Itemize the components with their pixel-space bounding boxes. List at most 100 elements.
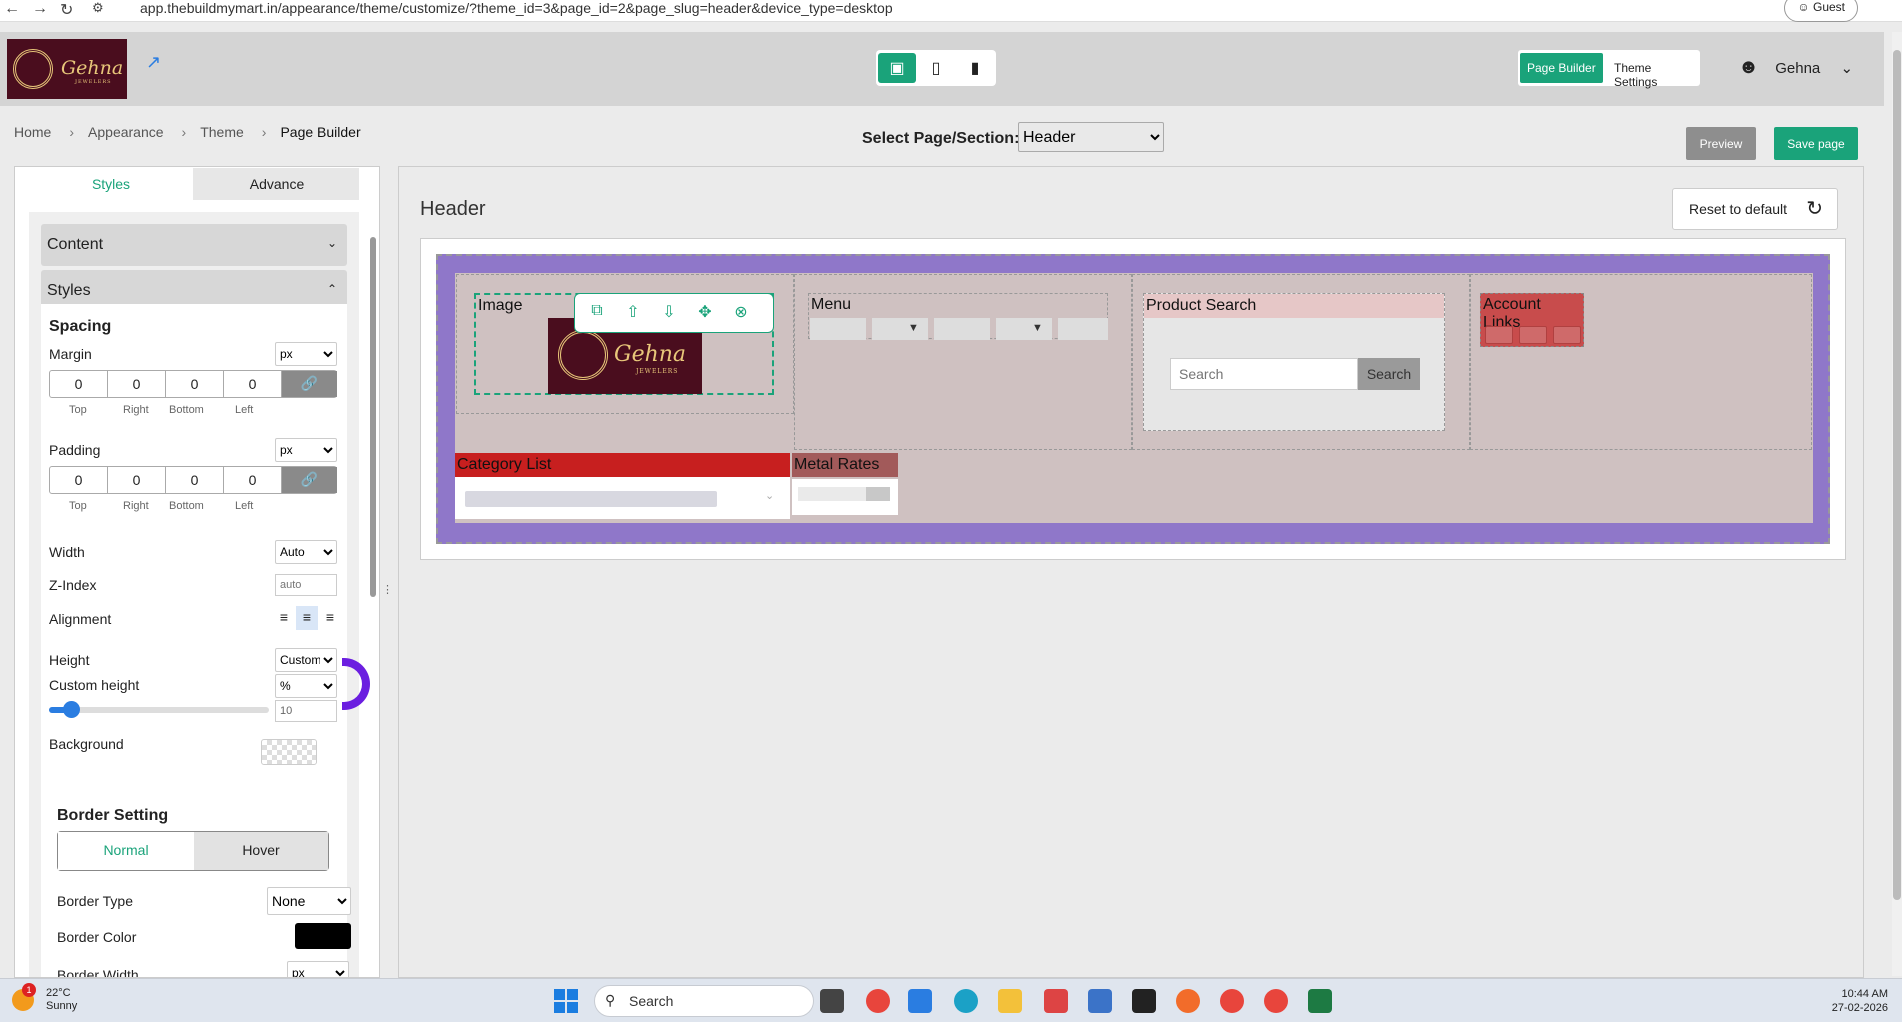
account-link-icon[interactable] bbox=[1519, 326, 1547, 344]
align-right-icon[interactable]: ≡ bbox=[319, 606, 341, 630]
custom-height-unit-select[interactable]: % bbox=[275, 674, 337, 698]
brand-logo[interactable]: Gehna JEWELERS bbox=[7, 39, 127, 99]
menu-item[interactable]: ▼ bbox=[872, 318, 928, 340]
terminal-icon[interactable] bbox=[1132, 989, 1156, 1013]
border-type-select[interactable]: None bbox=[267, 887, 351, 915]
reload-icon[interactable]: ↻ bbox=[60, 0, 73, 20]
tab-advance[interactable]: Advance bbox=[195, 168, 359, 200]
weather-desc: Sunny bbox=[46, 1000, 78, 1012]
back-icon[interactable]: ← bbox=[4, 0, 20, 18]
product-search-label: Product Search bbox=[1146, 297, 1257, 314]
task-view-icon[interactable] bbox=[820, 989, 844, 1013]
menu-item[interactable] bbox=[810, 318, 866, 340]
profile-icon: ☺ bbox=[1797, 0, 1810, 14]
category-list-select[interactable]: ⌄ bbox=[455, 477, 790, 519]
menu-item[interactable] bbox=[934, 318, 990, 340]
desktop-device-icon[interactable]: ▣ bbox=[878, 53, 916, 83]
duplicate-icon[interactable]: ⧉ bbox=[585, 302, 609, 326]
excel-icon[interactable] bbox=[1308, 989, 1332, 1013]
tablet-device-icon[interactable]: ▯ bbox=[917, 53, 955, 83]
move-up-icon[interactable]: ⇧ bbox=[621, 302, 645, 326]
mobile-device-icon[interactable]: ▮ bbox=[956, 53, 994, 83]
border-width-unit-select[interactable]: px bbox=[287, 961, 349, 977]
page-scrollbar[interactable] bbox=[1892, 32, 1902, 976]
page-scrollbar-thumb[interactable] bbox=[1893, 50, 1901, 900]
tab-hover[interactable]: Hover bbox=[194, 832, 328, 870]
link-icon[interactable]: 🔗 bbox=[282, 467, 337, 493]
align-left-icon[interactable]: ≡ bbox=[273, 606, 295, 630]
page-section-select[interactable]: Header bbox=[1018, 122, 1164, 152]
delete-icon[interactable]: ⊗ bbox=[729, 302, 753, 326]
margin-left-input[interactable]: 0 bbox=[224, 371, 282, 397]
preview-button[interactable]: Preview bbox=[1686, 127, 1756, 160]
edge-icon[interactable] bbox=[954, 989, 978, 1013]
tab-styles[interactable]: Styles bbox=[29, 168, 193, 200]
canvas-logo-subtext: JEWELERS bbox=[636, 368, 679, 375]
weather-temp: 22°C bbox=[46, 987, 71, 999]
user-menu[interactable]: ☻ Gehna ⌄ bbox=[1738, 56, 1853, 79]
height-select[interactable]: Custom bbox=[275, 648, 337, 672]
panel-resize-handle-icon[interactable]: ⋮ bbox=[382, 583, 393, 596]
file-explorer-icon[interactable] bbox=[998, 989, 1022, 1013]
external-link-icon[interactable]: ↗ bbox=[146, 52, 161, 73]
notepad-icon[interactable] bbox=[1088, 989, 1112, 1013]
product-search-button[interactable]: Search bbox=[1358, 358, 1420, 390]
sidebar-scrollbar[interactable] bbox=[370, 237, 376, 597]
margin-top-label: Top bbox=[69, 404, 87, 416]
width-select[interactable]: Auto bbox=[275, 540, 337, 564]
move-down-icon[interactable]: ⇩ bbox=[657, 302, 681, 326]
padding-unit-select[interactable]: px bbox=[275, 438, 337, 462]
padding-bottom-input[interactable]: 0 bbox=[166, 467, 224, 493]
metal-rates-header[interactable]: Metal Rates bbox=[792, 453, 898, 477]
padding-left-input[interactable]: 0 bbox=[224, 467, 282, 493]
breadcrumb-home[interactable]: Home bbox=[14, 124, 51, 140]
account-link-icon[interactable] bbox=[1485, 326, 1513, 344]
menu-item[interactable]: ▼ bbox=[996, 318, 1052, 340]
postman-icon[interactable] bbox=[1176, 989, 1200, 1013]
breadcrumb-theme[interactable]: Theme bbox=[200, 124, 244, 140]
windows-start-icon[interactable] bbox=[554, 989, 578, 1013]
tab-theme-settings[interactable]: Theme Settings bbox=[1608, 53, 1700, 89]
account-links-block[interactable]: Account Links bbox=[1480, 293, 1584, 347]
chrome-profile-icon[interactable] bbox=[1220, 989, 1244, 1013]
metal-rates-button[interactable] bbox=[866, 487, 890, 501]
background-color-swatch[interactable] bbox=[261, 739, 317, 765]
margin-bottom-input[interactable]: 0 bbox=[166, 371, 224, 397]
custom-height-slider[interactable] bbox=[49, 701, 269, 718]
system-clock[interactable]: 10:44 AM 27-02-2026 bbox=[1818, 987, 1888, 1015]
link-icon[interactable]: 🔗 bbox=[282, 371, 337, 397]
margin-right-input[interactable]: 0 bbox=[108, 371, 166, 397]
product-search-input[interactable] bbox=[1170, 358, 1358, 390]
taskbar-search[interactable]: ⚲ Search bbox=[594, 985, 814, 1017]
padding-right-input[interactable]: 0 bbox=[108, 467, 166, 493]
chrome-icon[interactable] bbox=[866, 989, 890, 1013]
align-center-icon[interactable]: ≡ bbox=[296, 606, 318, 630]
save-page-button[interactable]: Save page bbox=[1774, 127, 1858, 160]
tab-normal[interactable]: Normal bbox=[58, 832, 194, 870]
margin-top-input[interactable]: 0 bbox=[50, 371, 108, 397]
custom-height-input[interactable] bbox=[275, 700, 337, 722]
chevron-right-icon: › bbox=[181, 124, 187, 140]
profile-button[interactable]: ☺ Guest bbox=[1784, 0, 1858, 22]
margin-unit-select[interactable]: px bbox=[275, 342, 337, 366]
accordion-content[interactable]: Content ⌄ bbox=[41, 224, 347, 266]
url-text[interactable]: app.thebuildmymart.in/appearance/theme/c… bbox=[140, 0, 893, 16]
zindex-input[interactable] bbox=[275, 574, 337, 596]
tab-page-builder[interactable]: Page Builder bbox=[1520, 53, 1603, 83]
breadcrumb-appearance[interactable]: Appearance bbox=[88, 124, 164, 140]
account-link-icon[interactable] bbox=[1553, 326, 1581, 344]
vscode-icon[interactable] bbox=[908, 989, 932, 1013]
padding-left-label: Left bbox=[235, 500, 254, 512]
metal-rates-widget[interactable] bbox=[792, 479, 898, 515]
site-info-icon[interactable]: ⚙ bbox=[92, 0, 104, 16]
slider-handle[interactable] bbox=[63, 701, 80, 718]
reset-to-default-button[interactable]: Reset to default ↻ bbox=[1672, 188, 1838, 230]
drag-move-icon[interactable]: ✥ bbox=[693, 302, 717, 326]
forward-icon[interactable]: → bbox=[32, 0, 48, 18]
menu-item[interactable] bbox=[1058, 318, 1108, 340]
category-list-header[interactable]: Category List bbox=[455, 453, 790, 477]
border-color-swatch[interactable] bbox=[295, 923, 351, 949]
padding-top-input[interactable]: 0 bbox=[50, 467, 108, 493]
snipping-tool-icon[interactable] bbox=[1044, 989, 1068, 1013]
chrome-profile-icon[interactable] bbox=[1264, 989, 1288, 1013]
